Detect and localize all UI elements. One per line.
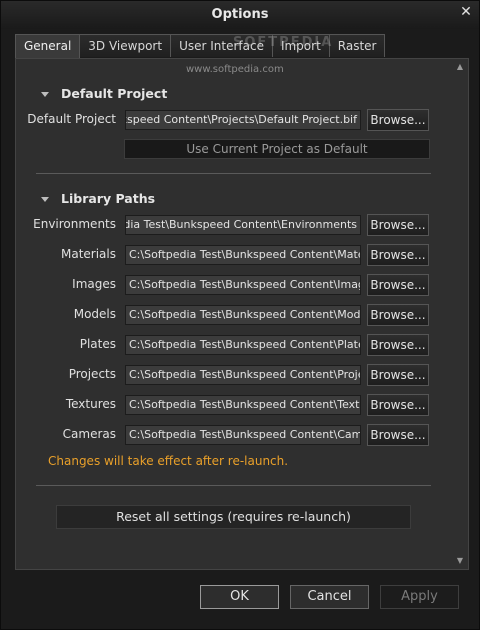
textures-browse-button[interactable]: Browse... [367, 394, 429, 416]
divider [36, 173, 431, 174]
textures-label: Textures [65, 397, 116, 411]
environments-browse-button[interactable]: Browse... [367, 214, 429, 236]
cameras-browse-button[interactable]: Browse... [367, 424, 429, 446]
default-project-field[interactable]: C:\Softpedia Test\Bunkspeed Content\Proj… [125, 110, 361, 130]
section-library-paths[interactable]: Library Paths [41, 191, 155, 206]
collapse-triangle-icon[interactable] [41, 92, 49, 97]
title-bar[interactable]: Options ✕ [1, 1, 479, 29]
collapse-triangle-icon[interactable] [41, 197, 49, 202]
watermark-url: www.softpedia.com [186, 64, 284, 75]
materials-path-field[interactable]: C:\Softpedia Test\Bunkspeed Content\Mate… [125, 245, 361, 265]
models-label: Models [73, 307, 116, 321]
cameras-path-field[interactable]: C:\Softpedia Test\Bunkspeed Content\Came… [125, 425, 361, 445]
dialog-title: Options [211, 7, 269, 22]
cancel-button[interactable]: Cancel [290, 585, 369, 609]
scroll-down-icon[interactable]: ▼ [455, 556, 465, 566]
tab-raster[interactable]: Raster [328, 34, 386, 57]
materials-browse-button[interactable]: Browse... [367, 244, 429, 266]
options-dialog: Options ✕ General 3D Viewport User Inter… [0, 0, 480, 630]
general-panel: ▲ ▼ Default Project Default Project C:\S… [15, 58, 469, 570]
scroll-up-icon[interactable]: ▲ [455, 62, 465, 72]
images-path-field[interactable]: C:\Softpedia Test\Bunkspeed Content\Imag… [125, 275, 361, 295]
apply-button[interactable]: Apply [380, 585, 459, 609]
projects-label: Projects [68, 367, 116, 381]
models-browse-button[interactable]: Browse... [367, 304, 429, 326]
environments-label: Environments [33, 217, 116, 231]
use-current-project-button[interactable]: Use Current Project as Default [124, 139, 430, 159]
watermark-brand: SOFTPEDIA [233, 35, 334, 50]
ok-button[interactable]: OK [200, 585, 279, 609]
default-project-browse-button[interactable]: Browse... [367, 109, 429, 131]
images-browse-button[interactable]: Browse... [367, 274, 429, 296]
relaunch-notice: Changes will take effect after re-launch… [48, 454, 289, 468]
images-label: Images [72, 277, 116, 291]
tab-general[interactable]: General [15, 34, 81, 59]
plates-path-field[interactable]: C:\Softpedia Test\Bunkspeed Content\Plat… [125, 335, 361, 355]
textures-path-field[interactable]: C:\Softpedia Test\Bunkspeed Content\Text… [125, 395, 361, 415]
projects-path-field[interactable]: C:\Softpedia Test\Bunkspeed Content\Proj… [125, 365, 361, 385]
section-default-project[interactable]: Default Project [41, 86, 167, 101]
default-project-label: Default Project [27, 112, 116, 126]
materials-label: Materials [60, 247, 116, 261]
plates-browse-button[interactable]: Browse... [367, 334, 429, 356]
close-icon[interactable]: ✕ [458, 4, 474, 20]
projects-browse-button[interactable]: Browse... [367, 364, 429, 386]
tab-3d-viewport[interactable]: 3D Viewport [79, 34, 172, 57]
plates-label: Plates [79, 337, 116, 351]
models-path-field[interactable]: C:\Softpedia Test\Bunkspeed Content\Mode… [125, 305, 361, 325]
divider [36, 485, 431, 486]
environments-path-field[interactable]: C:\Softpedia Test\Bunkspeed Content\Envi… [125, 215, 361, 235]
cameras-label: Cameras [62, 427, 116, 441]
reset-all-settings-button[interactable]: Reset all settings (requires re-launch) [56, 505, 411, 529]
